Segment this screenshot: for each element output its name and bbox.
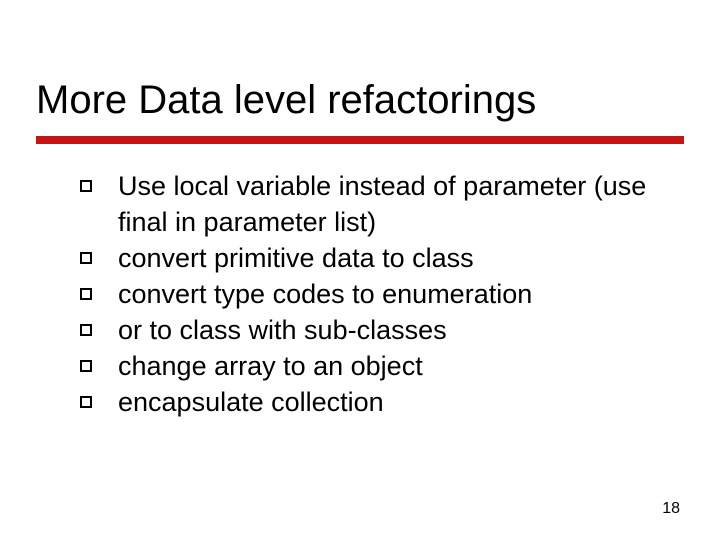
page-number: 18 <box>662 500 680 518</box>
slide-title: More Data level refactorings <box>36 78 536 123</box>
list-item: change array to an object <box>80 348 670 384</box>
title-underline <box>36 136 684 144</box>
square-bullet-icon <box>80 252 92 264</box>
bullet-text: encapsulate collection <box>118 384 384 420</box>
bullet-text: convert type codes to enumeration <box>118 276 532 312</box>
bullet-list: Use local variable instead of parameter … <box>80 168 670 420</box>
list-item: Use local variable instead of parameter … <box>80 168 670 240</box>
square-bullet-icon <box>80 396 92 408</box>
list-item: encapsulate collection <box>80 384 670 420</box>
slide: More Data level refactorings Use local v… <box>0 0 720 540</box>
square-bullet-icon <box>80 288 92 300</box>
square-bullet-icon <box>80 324 92 336</box>
square-bullet-icon <box>80 360 92 372</box>
list-item: convert primitive data to class <box>80 240 670 276</box>
bullet-text: Use local variable instead of parameter … <box>118 168 670 240</box>
bullet-text: or to class with sub-classes <box>118 312 447 348</box>
list-item: convert type codes to enumeration <box>80 276 670 312</box>
list-item: or to class with sub-classes <box>80 312 670 348</box>
square-bullet-icon <box>80 180 92 192</box>
bullet-text: change array to an object <box>118 348 423 384</box>
bullet-text: convert primitive data to class <box>118 240 474 276</box>
